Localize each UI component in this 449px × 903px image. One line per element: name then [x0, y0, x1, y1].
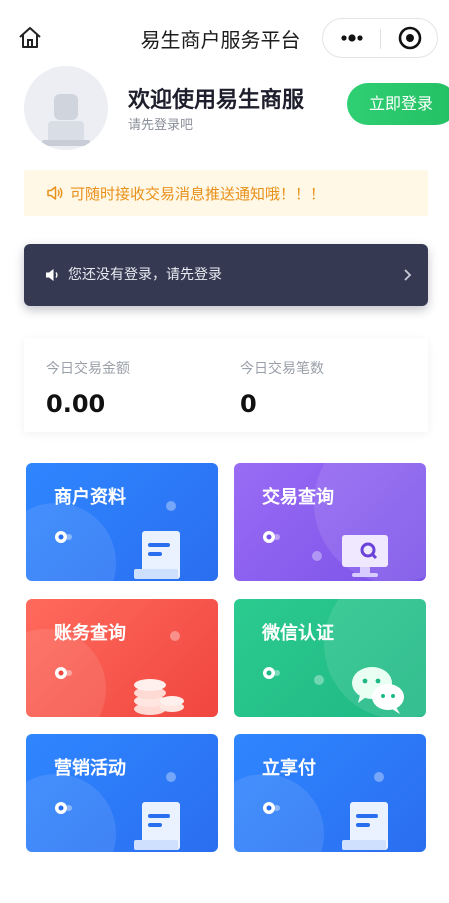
toggle-dot-icon [262, 665, 280, 679]
document-icon [128, 794, 188, 852]
tile-account-query[interactable]: 账务查询 [26, 599, 218, 717]
speaker-icon [44, 266, 62, 284]
document-icon [128, 523, 188, 581]
today-stats-card: 今日交易金额 0.00 今日交易笔数 0 [24, 338, 428, 432]
stat-amount-label: 今日交易金额 [46, 361, 130, 377]
avatar[interactable] [24, 66, 108, 150]
monitor-search-icon [336, 523, 396, 581]
mini-program-close-icon[interactable] [381, 19, 439, 57]
tile-label: 交易查询 [262, 487, 334, 508]
toggle-dot-icon [262, 800, 280, 814]
stat-count-value: 0 [240, 390, 257, 418]
tile-marketing[interactable]: 营销活动 [26, 734, 218, 852]
tile-merchant-info[interactable]: 商户资料 [26, 463, 218, 581]
profile-section: 欢迎使用易生商服 请先登录吧 立即登录 [0, 62, 449, 158]
stat-amount: 今日交易金额 0.00 [46, 358, 130, 418]
tile-instant-pay[interactable]: 立享付 [234, 734, 426, 852]
tile-label: 立享付 [262, 758, 316, 779]
toggle-dot-icon [54, 529, 72, 543]
wechat-icon [348, 659, 408, 717]
chevron-right-icon [402, 266, 414, 284]
stat-count-label: 今日交易笔数 [240, 361, 324, 377]
login-prompt-bar[interactable]: 您还没有登录，请先登录 [24, 244, 428, 306]
login-prompt-text: 您还没有登录，请先登录 [68, 267, 222, 283]
speaker-outline-icon [46, 184, 64, 202]
login-hint: 请先登录吧 [128, 118, 194, 133]
tile-label: 营销活动 [54, 758, 126, 779]
toggle-dot-icon [262, 529, 280, 543]
coins-icon [128, 659, 188, 717]
notice-banner: 可随时接收交易消息推送通知哦！！！ [24, 170, 428, 216]
toggle-dot-icon [54, 800, 72, 814]
document-icon [336, 794, 396, 852]
stat-amount-value: 0.00 [46, 390, 106, 418]
tile-transaction-query[interactable]: 交易查询 [234, 463, 426, 581]
stat-count: 今日交易笔数 0 [240, 358, 324, 418]
login-button[interactable]: 立即登录 [347, 83, 449, 125]
welcome-title: 欢迎使用易生商服 [128, 88, 305, 113]
more-dots-icon[interactable] [323, 19, 381, 57]
tile-wechat-verify[interactable]: 微信认证 [234, 599, 426, 717]
mini-program-capsule [322, 18, 438, 58]
tile-label: 微信认证 [262, 623, 334, 644]
notice-text: 可随时接收交易消息推送通知哦！！！ [70, 185, 326, 203]
tile-label: 账务查询 [54, 623, 126, 644]
tile-label: 商户资料 [54, 487, 126, 508]
toggle-dot-icon [54, 665, 72, 679]
